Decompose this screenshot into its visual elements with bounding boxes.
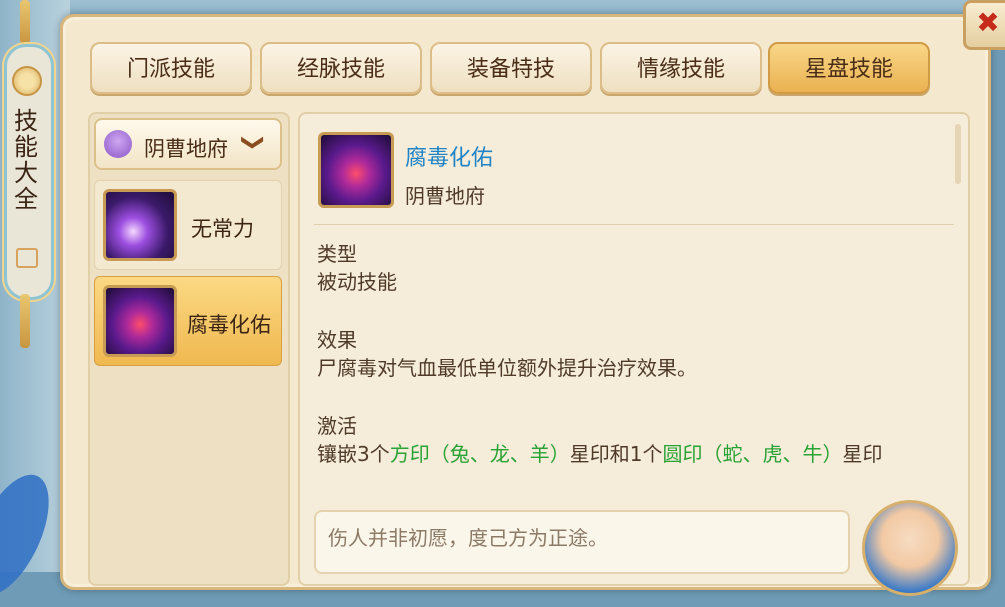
divider (314, 224, 954, 225)
tab-meridian-skills[interactable]: 经脉技能 (260, 42, 422, 94)
tab-bond-skills[interactable]: 情缘技能 (600, 42, 762, 94)
skill-item-fudu[interactable]: 腐毒化佑 (94, 276, 282, 366)
activate-value: 镶嵌3个方印（兔、龙、羊）星印和1个圆印（蛇、虎、牛）星印 (317, 438, 882, 467)
square-seal-text: 方印（兔、龙、羊） (389, 442, 570, 466)
school-dropdown[interactable]: 阴曹地府 ❯ (94, 118, 282, 170)
side-title: 技能大全 (14, 107, 38, 213)
activate-text: 星印 (842, 442, 883, 466)
type-value: 被动技能 (317, 270, 397, 294)
tab-sect-skills[interactable]: 门派技能 (90, 42, 252, 94)
scroll-knob-icon (12, 66, 42, 96)
round-seal-text: 圆印（蛇、虎、牛） (662, 442, 843, 466)
fudu-skill-icon (103, 285, 177, 357)
activate-text: 星印和1个 (569, 442, 663, 466)
activate-title: 激活 (317, 414, 357, 438)
avatar[interactable] (862, 500, 958, 596)
school-dropdown-value: 阴曹地府 (144, 137, 228, 161)
skill-item-wuchang[interactable]: 无常力 (94, 180, 282, 270)
quote-box: 伤人并非初愿，度己方为正途。 (314, 510, 850, 574)
tab-star-chart-skills[interactable]: 星盘技能 (768, 42, 930, 94)
skill-item-label: 无常力 (191, 217, 254, 241)
fudu-skill-icon (318, 132, 394, 208)
effect-value: 尸腐毒对气血最低单位额外提升治疗效果。 (317, 356, 697, 380)
skull-icon (104, 130, 132, 158)
skill-item-label: 腐毒化佑 (187, 313, 271, 337)
effect-title: 效果 (317, 328, 357, 352)
quote-text: 伤人并非初愿，度己方为正途。 (328, 526, 608, 550)
skill-school: 阴曹地府 (405, 184, 485, 208)
tassel-top (20, 0, 30, 44)
seal-stamp-icon (16, 248, 38, 268)
skill-detail-card: 腐毒化佑 阴曹地府 类型 被动技能 效果 尸腐毒对气血最低单位额外提升治疗效果。… (306, 122, 956, 522)
wuchang-skill-icon (103, 189, 177, 261)
skill-name: 腐毒化佑 (405, 146, 494, 171)
tassel-bottom (20, 294, 30, 348)
activate-text: 镶嵌3个 (317, 442, 390, 466)
close-icon: ✖ (976, 6, 1000, 39)
chevron-down-icon: ❯ (240, 133, 266, 152)
tab-equipment-stunts[interactable]: 装备特技 (430, 42, 592, 94)
type-title: 类型 (317, 242, 357, 266)
close-button[interactable]: ✖ (963, 0, 1005, 50)
